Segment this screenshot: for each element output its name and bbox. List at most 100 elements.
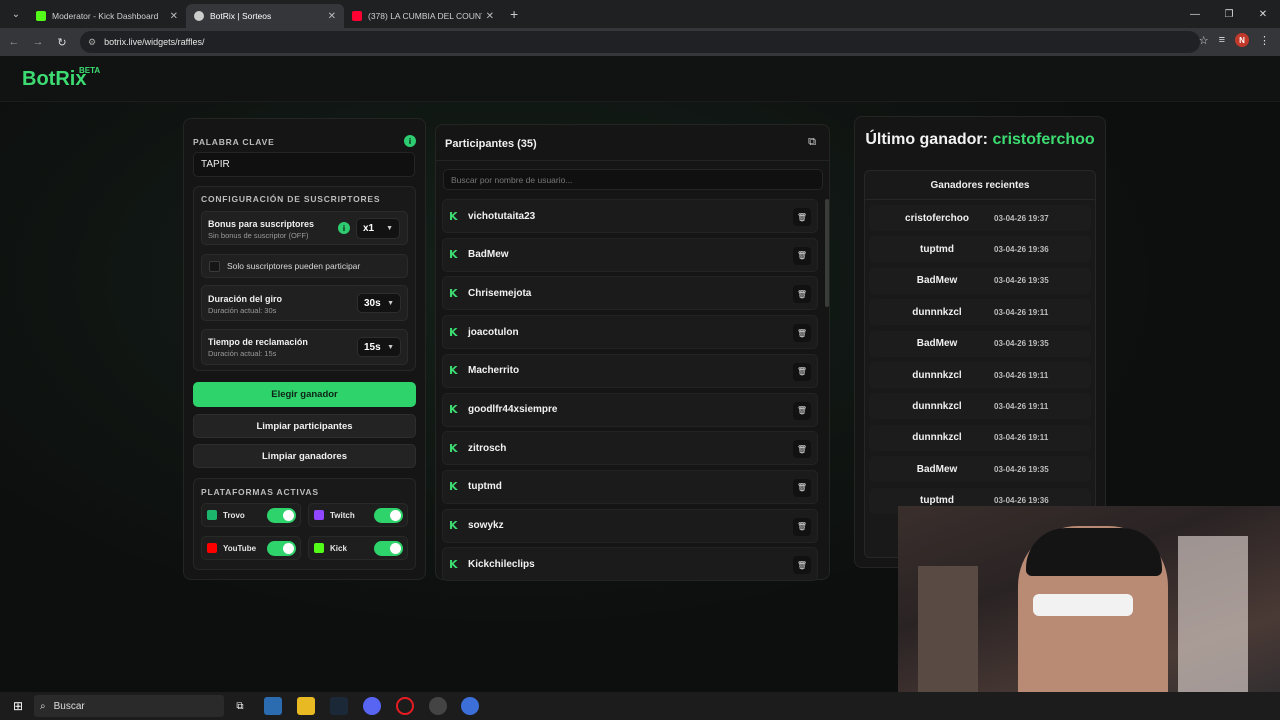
- participant-row: Kzitrosch 🗑: [442, 431, 818, 466]
- winner-date: 03-04-26 19:11: [994, 401, 1049, 411]
- chevron-down-icon: ▼: [386, 225, 393, 232]
- spin-duration-select[interactable]: 30s ▼: [357, 293, 401, 313]
- kick-icon: K: [449, 519, 458, 533]
- claim-subtitle: Duración actual: 15s: [208, 349, 277, 358]
- address-bar[interactable]: ⚙ botrix.live/widgets/raffles/: [80, 31, 1200, 53]
- close-icon[interactable]: ✕: [486, 11, 494, 22]
- last-winner-label: Último ganador:: [865, 131, 988, 148]
- kick-icon: K: [449, 286, 458, 300]
- winner-name: dunnnkzcl: [912, 369, 962, 381]
- spin-value: 30s: [364, 297, 381, 309]
- tab-search-icon[interactable]: ⌄: [4, 4, 28, 24]
- discord-icon[interactable]: [363, 697, 381, 715]
- trash-icon[interactable]: 🗑: [793, 517, 811, 536]
- participant-name: sowykz: [468, 520, 504, 532]
- participant-name: goodlfr44xsiempre: [468, 404, 558, 415]
- steam-icon[interactable]: [330, 697, 348, 715]
- claim-time-select[interactable]: 15s ▼: [357, 337, 401, 357]
- keyword-label: PALABRA CLAVE: [193, 137, 275, 147]
- windows-start-icon[interactable]: ⊞: [9, 697, 27, 715]
- trash-icon[interactable]: 🗑: [793, 246, 811, 265]
- twitch-toggle[interactable]: [374, 508, 403, 523]
- chevron-down-icon: ▼: [387, 343, 394, 351]
- restore-icon[interactable]: ❐: [1212, 0, 1246, 28]
- tab-youtube[interactable]: (378) LA CUMBIA DEL COUNTE ✕: [344, 4, 502, 28]
- winner-row: dunnnkzcl 03-04-26 19:11: [869, 362, 1091, 388]
- forward-icon[interactable]: →: [26, 36, 50, 48]
- platform-label: Trovo: [223, 510, 245, 520]
- copy-icon[interactable]: ⧉: [804, 136, 820, 152]
- winners-divider: [865, 199, 1095, 200]
- kick-icon: K: [449, 480, 458, 494]
- winner-date: 03-04-26 19:11: [994, 433, 1049, 443]
- trash-icon[interactable]: 🗑: [793, 324, 811, 343]
- participant-row: K Kickchileclips 🗑: [442, 547, 818, 582]
- clear-winners-button[interactable]: Limpiar ganadores: [193, 444, 416, 468]
- cap: [1026, 528, 1162, 576]
- sunglasses: [1033, 594, 1133, 616]
- subs-only-row[interactable]: Solo suscriptores pueden participar: [201, 254, 408, 278]
- taskbar-search[interactable]: ⌕ Buscar: [34, 695, 224, 717]
- claim-title: Tiempo de reclamación: [208, 337, 308, 347]
- trash-icon[interactable]: 🗑: [793, 401, 811, 420]
- obs-icon[interactable]: [429, 697, 447, 715]
- kick-icon: K: [449, 364, 458, 378]
- close-window-icon[interactable]: ✕: [1246, 0, 1280, 28]
- subs-only-checkbox[interactable]: [209, 260, 220, 272]
- participant-row: K BadMew 🗑: [442, 237, 818, 272]
- platform-label: Twitch: [330, 510, 355, 520]
- tab-kick-dashboard[interactable]: Moderator - Kick Dashboard ✕: [28, 4, 186, 28]
- last-winner-name: cristoferchoo: [992, 131, 1095, 148]
- youtube-icon: [207, 543, 217, 553]
- close-icon[interactable]: ✕: [170, 11, 178, 22]
- chrome-icon[interactable]: [461, 697, 479, 715]
- tab-botrix[interactable]: BotRix | Sorteos ✕: [186, 4, 344, 28]
- trash-icon[interactable]: 🗑: [793, 440, 811, 459]
- browser-tab-strip: ⌄ Moderator - Kick Dashboard ✕ BotRix | …: [0, 0, 1280, 28]
- pick-winner-button[interactable]: Elegir ganador: [193, 382, 416, 407]
- bonus-info-icon[interactable]: i: [338, 222, 350, 234]
- new-tab-icon[interactable]: +: [510, 6, 518, 22]
- site-header: BotRix BETA: [0, 56, 1280, 102]
- minimize-icon[interactable]: —: [1178, 0, 1212, 28]
- twitch-icon: [314, 510, 324, 520]
- trash-icon[interactable]: 🗑: [793, 208, 811, 226]
- trash-icon[interactable]: 🗑: [793, 362, 811, 381]
- back-icon[interactable]: ←: [2, 36, 26, 48]
- youtube-favicon-icon: [352, 11, 362, 21]
- file-explorer-icon[interactable]: [297, 697, 315, 715]
- trash-icon[interactable]: 🗑: [793, 285, 811, 304]
- kick-icon: [314, 543, 324, 553]
- trovo-toggle[interactable]: [267, 508, 296, 523]
- youtube-toggle[interactable]: [267, 541, 296, 556]
- bonus-multiplier-select[interactable]: x1 ▼: [356, 218, 400, 239]
- platform-kick: Kick: [308, 536, 408, 560]
- chevron-down-icon: ▼: [387, 299, 394, 307]
- winner-date: 03-04-26 19:35: [994, 276, 1049, 286]
- participant-search-input[interactable]: Buscar por nombre de usuario...: [443, 169, 823, 190]
- kick-toggle[interactable]: [374, 541, 403, 556]
- trash-icon[interactable]: 🗑: [793, 478, 811, 497]
- last-winner-heading: Último ganador: cristoferchoo: [854, 131, 1106, 149]
- participant-row: Kgoodlfr44xsiempre 🗑: [442, 392, 818, 427]
- botrix-logo[interactable]: BotRix: [22, 68, 86, 91]
- store-icon[interactable]: [264, 697, 282, 715]
- winner-row: dunnnkzcl 03-04-26 19:11: [869, 424, 1091, 451]
- menu-kebab-icon[interactable]: ⋮: [1259, 34, 1270, 47]
- clear-participants-button[interactable]: Limpiar participantes: [193, 414, 416, 438]
- media-controls-icon[interactable]: ≡: [1219, 34, 1225, 46]
- profile-avatar[interactable]: N: [1235, 33, 1249, 47]
- info-icon[interactable]: i: [404, 135, 416, 147]
- winner-name: tuptmd: [920, 243, 954, 255]
- trash-icon[interactable]: 🗑: [793, 556, 811, 575]
- bookmark-star-icon[interactable]: ☆: [1199, 34, 1209, 47]
- close-icon[interactable]: ✕: [328, 11, 336, 22]
- task-view-icon[interactable]: ⧉: [231, 697, 249, 715]
- search-icon: ⌕: [40, 700, 46, 712]
- site-info-icon[interactable]: ⚙: [88, 37, 96, 48]
- opera-icon[interactable]: [396, 697, 414, 715]
- participants-scrollbar[interactable]: [825, 199, 829, 307]
- keyword-input[interactable]: TAPIR: [193, 152, 415, 177]
- participant-row: Ktuptmd 🗑: [442, 469, 818, 504]
- reload-icon[interactable]: ↻: [50, 36, 74, 49]
